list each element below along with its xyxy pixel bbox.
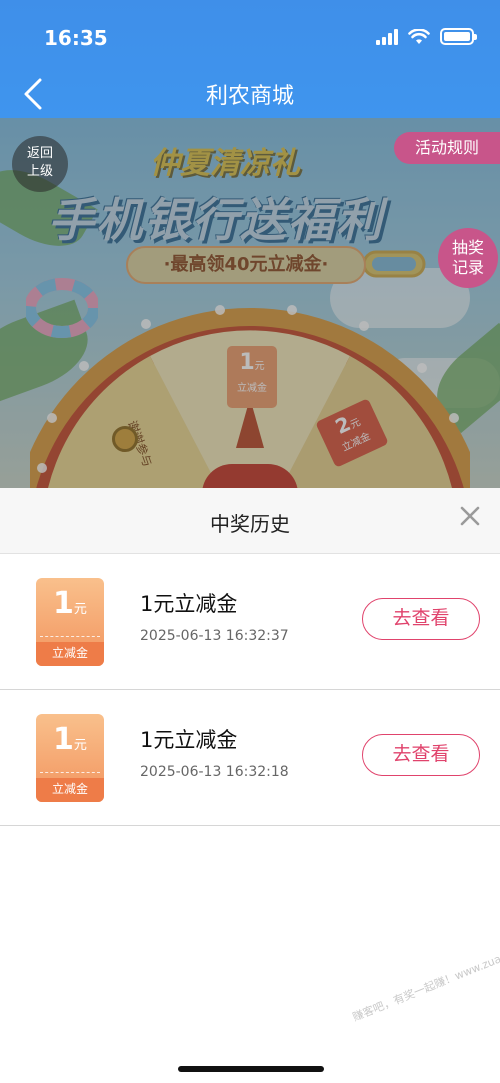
page-title: 利农商城 bbox=[205, 84, 294, 109]
sheet-title: 中奖历史 bbox=[210, 512, 290, 536]
signal-icon bbox=[376, 28, 398, 45]
activity-rules-button[interactable]: 活动规则 bbox=[394, 132, 500, 164]
record-name: 1元立减金 bbox=[140, 592, 238, 616]
coupon-icon: 1元 立减金 bbox=[36, 714, 104, 802]
record-time: 2025-06-13 16:32:37 bbox=[140, 628, 289, 644]
record-time: 2025-06-13 16:32:18 bbox=[140, 764, 289, 780]
record-name: 1元立减金 bbox=[140, 728, 238, 752]
status-time: 16:35 bbox=[44, 26, 108, 50]
sheet-header: 中奖历史 bbox=[0, 488, 500, 554]
back-up-button[interactable]: 返回 上级 bbox=[12, 136, 68, 192]
view-button[interactable]: 去查看 bbox=[362, 598, 480, 640]
close-icon[interactable] bbox=[458, 504, 482, 528]
view-button[interactable]: 去查看 bbox=[362, 734, 480, 776]
promo-banner: 1元 立减金 2元 立减金 谢谢参与 仲夏清凉礼 手机银行送福利 ·最高领40元… bbox=[0, 118, 500, 488]
coupon-icon: 1元 立减金 bbox=[36, 578, 104, 666]
wifi-icon bbox=[408, 28, 430, 44]
lottery-records-button[interactable]: 抽奖 记录 bbox=[438, 228, 498, 288]
top-bar: 16:35 利农商城 bbox=[0, 0, 500, 118]
home-indicator[interactable] bbox=[178, 1066, 324, 1072]
overlay-dim[interactable] bbox=[0, 118, 500, 488]
list-item: 1元 立减金 1元立减金 2025-06-13 16:32:18 去查看 bbox=[0, 690, 500, 826]
battery-icon bbox=[440, 28, 477, 45]
list-item: 1元 立减金 1元立减金 2025-06-13 16:32:37 去查看 bbox=[0, 554, 500, 690]
status-icons bbox=[376, 28, 477, 45]
